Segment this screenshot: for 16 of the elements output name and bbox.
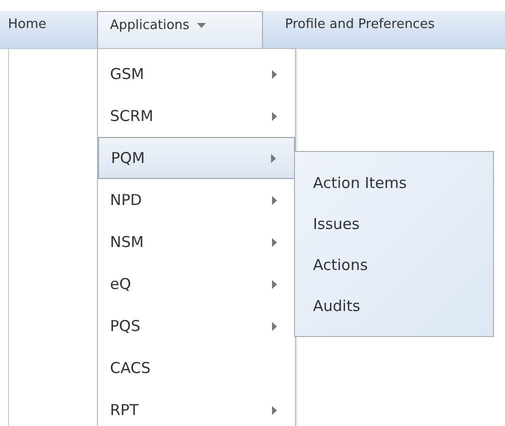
menu-item[interactable]: CACS xyxy=(98,347,295,389)
menu-item[interactable]: NSM xyxy=(98,221,295,263)
menu-item[interactable]: PQS xyxy=(98,305,295,347)
menu-item[interactable]: GSM xyxy=(98,53,295,95)
menu-item[interactable]: PQM xyxy=(98,137,295,179)
nav-tab[interactable]: Profile and Preferences xyxy=(277,11,443,48)
menu-item[interactable]: NPD xyxy=(98,179,295,221)
nav-tab[interactable]: Applications xyxy=(97,11,263,49)
submenu-item[interactable]: Issues xyxy=(295,203,493,244)
submenu-item[interactable]: Actions xyxy=(295,244,493,285)
nav-tab[interactable]: Home xyxy=(0,11,97,48)
menu-item[interactable]: eQ xyxy=(98,263,295,305)
submenu-item[interactable]: Action Items xyxy=(295,162,493,203)
submenu-item[interactable]: Audits xyxy=(295,285,493,326)
menu-item[interactable]: RPT xyxy=(98,389,295,426)
menu-item[interactable]: SCRM xyxy=(98,95,295,137)
